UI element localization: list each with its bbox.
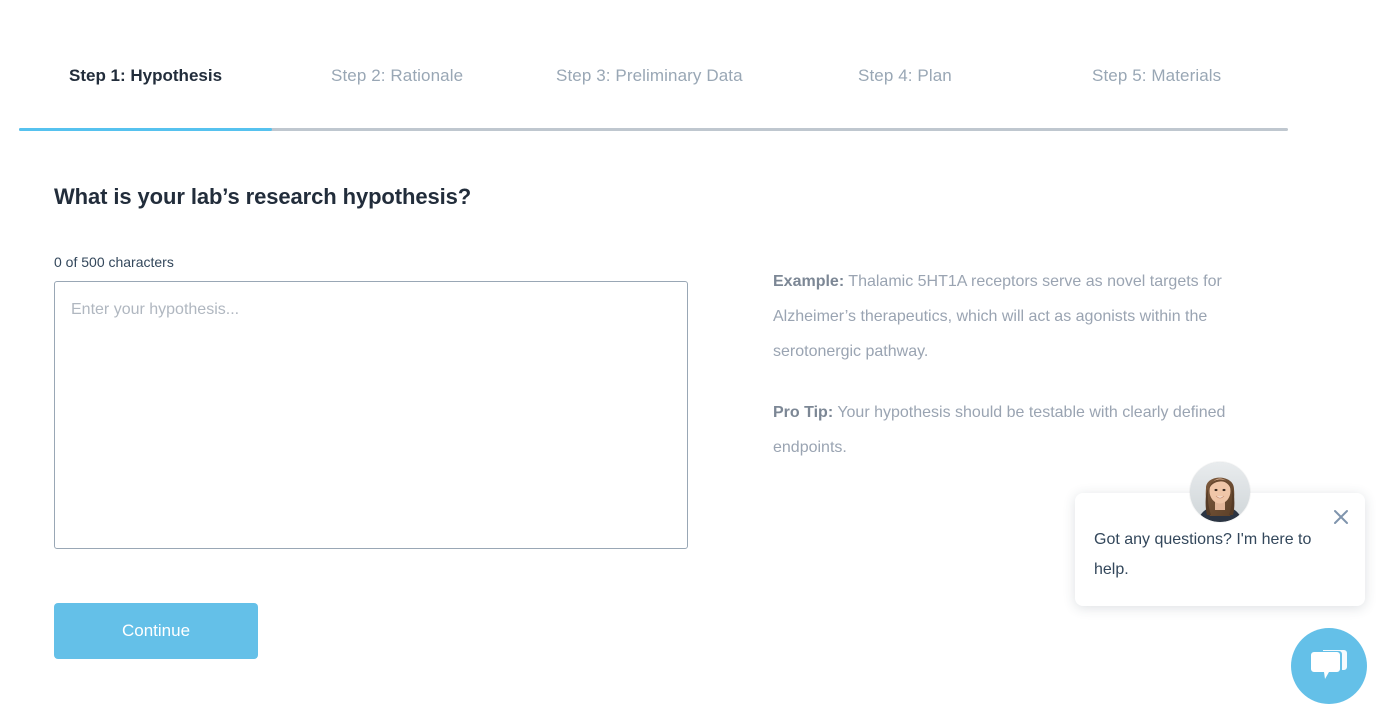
avatar bbox=[1190, 462, 1250, 522]
step-tab-hypothesis[interactable]: Step 1: Hypothesis bbox=[69, 64, 222, 88]
page-title: What is your lab’s research hypothesis? bbox=[54, 184, 472, 209]
progress-track bbox=[19, 128, 1288, 131]
pro-tip-label: Pro Tip: bbox=[773, 404, 834, 421]
hypothesis-form: What is your lab’s research hypothesis? … bbox=[54, 182, 754, 549]
pro-tip-body: Your hypothesis should be testable with … bbox=[773, 404, 1226, 456]
pro-tip-text: Pro Tip: Your hypothesis should be testa… bbox=[773, 395, 1273, 465]
character-counter: 0 of 500 characters bbox=[54, 254, 174, 270]
step-tab-plan[interactable]: Step 4: Plan bbox=[858, 64, 952, 88]
hypothesis-input[interactable] bbox=[54, 281, 688, 549]
step-tab-preliminary-data[interactable]: Step 3: Preliminary Data bbox=[556, 64, 743, 88]
step-tab-rationale[interactable]: Step 2: Rationale bbox=[331, 64, 463, 88]
progress-fill bbox=[19, 128, 272, 131]
chat-prompt-message: Got any questions? I'm here to help. bbox=[1094, 531, 1312, 578]
chat-bubbles-icon bbox=[1309, 647, 1349, 685]
example-label: Example: bbox=[773, 273, 845, 290]
example-text: Example: Thalamic 5HT1A receptors serve … bbox=[773, 264, 1273, 369]
continue-button[interactable]: Continue bbox=[54, 603, 258, 659]
step-tab-materials[interactable]: Step 5: Materials bbox=[1092, 64, 1221, 88]
chat-launcher-button[interactable] bbox=[1291, 628, 1367, 704]
step-tab-list: Step 1: Hypothesis Step 2: Rationale Ste… bbox=[19, 55, 1288, 115]
step-progress-bar: Step 1: Hypothesis Step 2: Rationale Ste… bbox=[19, 55, 1288, 132]
guidance-panel: Example: Thalamic 5HT1A receptors serve … bbox=[773, 264, 1273, 465]
close-icon[interactable] bbox=[1327, 503, 1355, 531]
